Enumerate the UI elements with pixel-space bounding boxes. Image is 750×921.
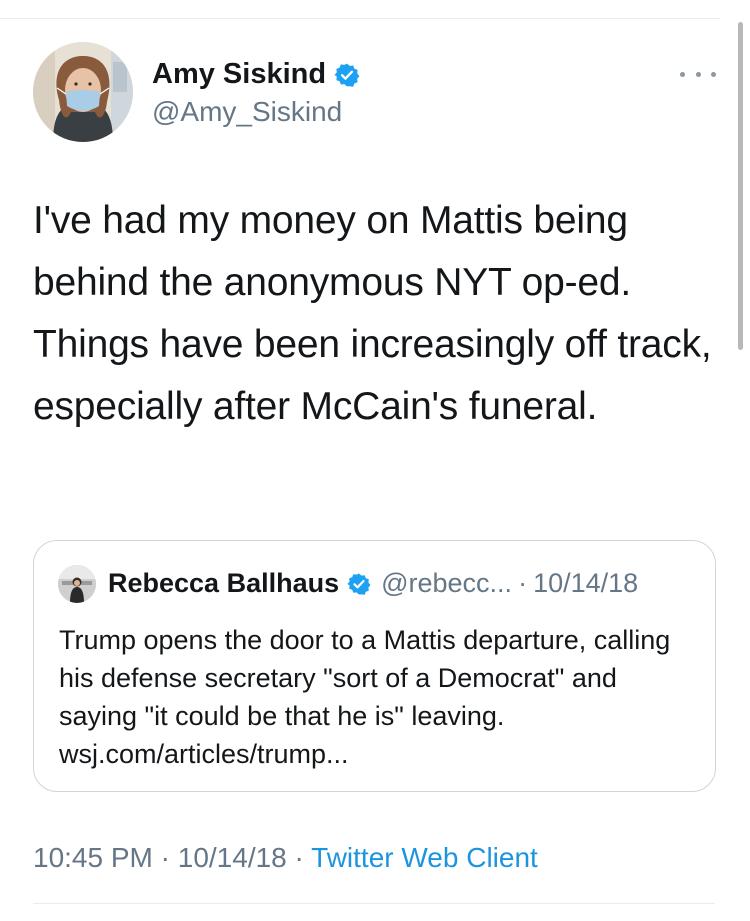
tweet-date[interactable]: 10/14/18 — [178, 842, 287, 873]
verified-badge-icon — [347, 572, 371, 596]
quoted-author-avatar — [58, 565, 96, 603]
tweet-source-link[interactable]: Twitter Web Client — [311, 842, 538, 873]
quoted-author-name[interactable]: Rebecca Ballhaus — [108, 568, 339, 599]
meta-separator: · — [152, 842, 178, 873]
author-name-row[interactable]: Amy Siskind — [152, 58, 360, 91]
verified-badge-icon — [334, 62, 360, 88]
author-avatar[interactable] — [33, 42, 133, 142]
author-handle[interactable]: @Amy_Siskind — [152, 96, 342, 128]
bottom-divider — [33, 903, 715, 904]
quoted-author-handle[interactable]: @rebecc... — [381, 568, 512, 599]
tweet-time[interactable]: 10:45 PM — [33, 842, 153, 873]
quoted-tweet-text: Trump opens the door to a Mattis departu… — [59, 625, 671, 769]
quoted-separator: · — [518, 568, 528, 598]
tweet-meta: 10:45 PM · 10/14/18 · Twitter Web Client — [33, 842, 538, 874]
meta-separator: · — [286, 842, 312, 873]
tweet-text: I've had my money on Mattis being behind… — [33, 199, 712, 428]
quoted-tweet-header: Rebecca Ballhaus @rebecc... · 10/14/18 — [108, 568, 638, 599]
scrollbar[interactable] — [738, 22, 743, 350]
top-divider — [0, 18, 720, 19]
quoted-date[interactable]: 10/14/18 — [533, 568, 638, 599]
more-horizontal-icon[interactable] — [680, 64, 716, 84]
quoted-tweet-card[interactable]: Rebecca Ballhaus @rebecc... · 10/14/18 T… — [33, 540, 716, 792]
author-name[interactable]: Amy Siskind — [152, 58, 326, 91]
